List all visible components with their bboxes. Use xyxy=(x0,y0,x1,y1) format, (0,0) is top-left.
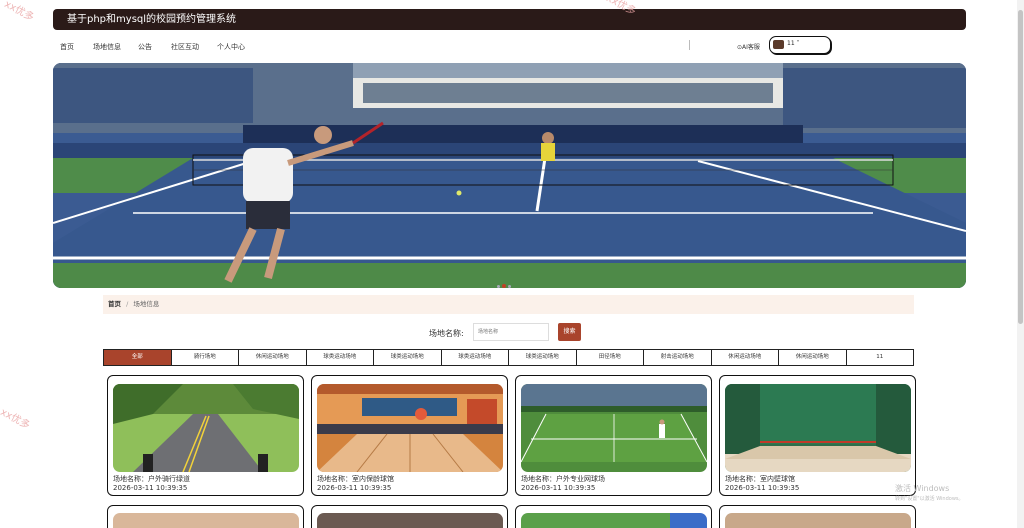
tab-category[interactable]: 球类运动场地 xyxy=(442,350,509,365)
venue-name: 场地名称：室内保龄球馆 xyxy=(317,475,394,483)
venue-image xyxy=(725,513,911,528)
venue-name: 场地名称：户外专业网球场 xyxy=(521,475,605,483)
venue-image xyxy=(521,513,707,528)
carousel-dot-active[interactable] xyxy=(502,284,506,288)
page-scrollbar[interactable] xyxy=(1017,0,1024,528)
tab-category[interactable]: 射击运动场地 xyxy=(644,350,712,365)
tab-category[interactable]: 休闲运动场地 xyxy=(712,350,779,365)
windows-activation-notice: 激活 Windows 转到"设置"以激活 Windows。 xyxy=(895,484,964,504)
user-menu[interactable]: 11 ˅ xyxy=(769,36,831,54)
bowling-alley-image xyxy=(317,384,503,472)
venue-card[interactable] xyxy=(107,505,304,528)
top-nav: 首页 场地信息 公告 社区互动 个人中心 ⊙AI客服 11 ˅ xyxy=(53,36,966,56)
cycling-path-image xyxy=(113,384,299,472)
tab-category[interactable]: 球类运动场地 xyxy=(509,350,577,365)
venue-name: 场地名称：户外骑行绿道 xyxy=(113,475,190,483)
tennis-banner-image xyxy=(53,63,966,288)
banner-carousel[interactable] xyxy=(53,63,966,288)
carousel-indicators[interactable] xyxy=(497,273,513,292)
venue-card[interactable] xyxy=(311,505,508,528)
watermark: xx优多 xyxy=(0,406,32,432)
avatar xyxy=(773,40,784,49)
site-title-bar: 基于php和mysql的校园预约管理系统 xyxy=(53,9,966,30)
venue-card[interactable] xyxy=(515,505,712,528)
category-tabs: 全部 骑行场地 休闲运动场地 球类运动场地 球类运动场地 球类运动场地 球类运动… xyxy=(103,349,914,366)
breadcrumb-home[interactable]: 首页 xyxy=(108,300,121,308)
tab-category[interactable]: 球类运动场地 xyxy=(307,350,374,365)
nav-item-community[interactable]: 社区互动 xyxy=(171,42,199,52)
nav-item-notices[interactable]: 公告 xyxy=(138,42,152,52)
scrollbar-thumb[interactable] xyxy=(1018,10,1023,324)
tab-category[interactable]: 球类运动场地 xyxy=(374,350,442,365)
site-title: 基于php和mysql的校园预约管理系统 xyxy=(67,14,237,25)
venue-card[interactable]: 场地名称：户外专业网球场 2026-03-11 10:39:35 xyxy=(515,375,712,496)
carousel-dot[interactable] xyxy=(497,285,500,288)
venue-time: 2026-03-11 10:39:35 xyxy=(725,484,800,492)
windows-activation-hint: 转到"设置"以激活 Windows。 xyxy=(895,496,964,502)
venue-time: 2026-03-11 10:39:35 xyxy=(521,484,596,492)
tennis-court-image xyxy=(521,384,707,472)
search-button[interactable]: 搜索 xyxy=(558,323,581,341)
search-label: 场地名称: xyxy=(429,329,464,338)
search-input[interactable] xyxy=(473,323,549,341)
user-name: 11 ˅ xyxy=(787,40,800,47)
nav-item-venues[interactable]: 场地信息 xyxy=(93,42,121,52)
tab-category[interactable]: 田径场地 xyxy=(577,350,644,365)
venue-image xyxy=(317,513,503,528)
nav-item-profile[interactable]: 个人中心 xyxy=(217,42,245,52)
nav-divider xyxy=(689,40,690,50)
tab-category[interactable]: 休闲运动场地 xyxy=(239,350,307,365)
watermark: xx优多 xyxy=(2,0,36,24)
venue-time: 2026-03-11 10:39:35 xyxy=(317,484,392,492)
venue-name: 场地名称：室内壁球馆 xyxy=(725,475,795,483)
venue-time: 2026-03-11 10:39:35 xyxy=(113,484,188,492)
venue-image xyxy=(113,513,299,528)
nav-item-home[interactable]: 首页 xyxy=(60,42,74,52)
windows-activation-title: 激活 Windows xyxy=(895,484,950,493)
breadcrumb-current: 场地信息 xyxy=(133,300,160,308)
breadcrumb: 首页 / 场地信息 xyxy=(103,295,914,314)
tab-all[interactable]: 全部 xyxy=(104,350,172,365)
squash-court-image xyxy=(725,384,911,472)
tab-category[interactable]: 骑行场地 xyxy=(172,350,239,365)
breadcrumb-separator: / xyxy=(126,300,129,308)
venue-card[interactable]: 场地名称：室内壁球馆 2026-03-11 10:39:35 xyxy=(719,375,916,496)
tab-category[interactable]: 休闲运动场地 xyxy=(779,350,847,365)
venue-card[interactable]: 场地名称：户外骑行绿道 2026-03-11 10:39:35 xyxy=(107,375,304,496)
carousel-dot[interactable] xyxy=(508,285,511,288)
venue-card[interactable]: 场地名称：室内保龄球馆 2026-03-11 10:39:35 xyxy=(311,375,508,496)
tab-category[interactable]: 11 xyxy=(847,350,914,365)
ai-service-link[interactable]: ⊙AI客服 xyxy=(737,42,760,51)
venue-card[interactable] xyxy=(719,505,916,528)
